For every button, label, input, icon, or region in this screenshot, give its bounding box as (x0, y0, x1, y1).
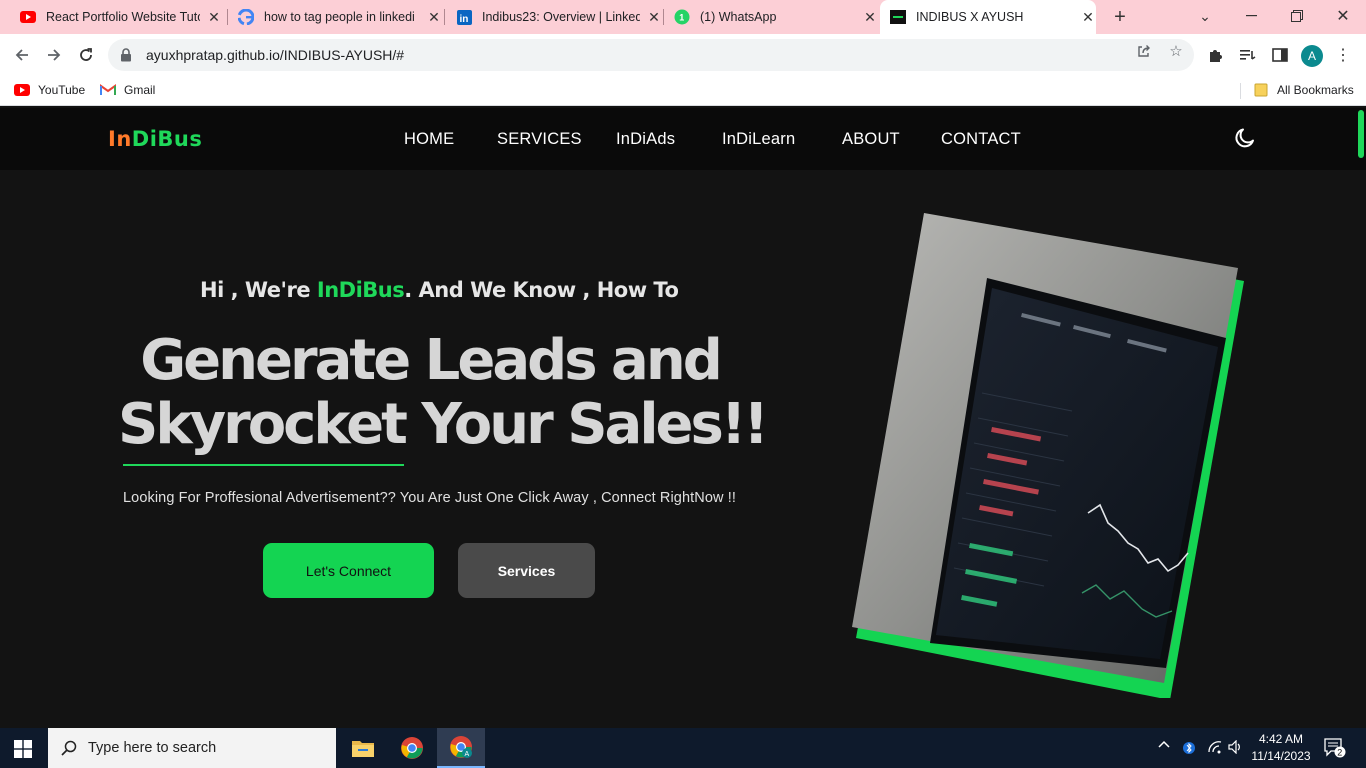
chrome-menu-icon[interactable]: ⋮ (1333, 45, 1353, 65)
tab-title: (1) WhatsApp (700, 10, 777, 24)
close-tab-icon[interactable]: ✕ (1080, 9, 1096, 25)
logo-bus: Bus (157, 127, 203, 151)
bookmark-youtube[interactable]: YouTube (14, 82, 85, 98)
close-tab-icon[interactable]: ✕ (206, 9, 222, 25)
tab-strip: React Portfolio Website Tuto ✕ how to ta… (0, 0, 1366, 34)
tab-title: how to tag people in linkedi (264, 10, 415, 24)
bookmark-label: YouTube (38, 83, 86, 97)
nav-indiads[interactable]: InDiAds (616, 130, 675, 149)
system-clock[interactable]: 4:42 AM 11/14/2023 (1248, 731, 1314, 765)
hero-headline-line1: Generate Leads and (140, 328, 723, 393)
svg-text:A: A (465, 751, 470, 758)
site-logo[interactable]: InDiBus (108, 127, 202, 151)
all-bookmarks[interactable]: All Bookmarks (1253, 82, 1354, 98)
share-icon[interactable] (1135, 42, 1153, 60)
nav-about[interactable]: ABOUT (842, 130, 900, 149)
taskbar-search-box[interactable]: Type here to search (48, 728, 336, 768)
page-scrollbar[interactable] (1358, 110, 1364, 158)
chrome-taskbar-icon[interactable] (388, 728, 436, 768)
close-tab-icon[interactable]: ✕ (426, 9, 442, 25)
bookmark-star-icon[interactable]: ☆ (1167, 42, 1185, 60)
notification-count: 2 (1337, 748, 1342, 758)
hero-subtitle: Looking For Proffesional Advertisement??… (123, 490, 736, 506)
website-viewport: InDiBus HOME SERVICES InDiAds InDiLearn … (0, 108, 1366, 728)
all-bookmarks-label: All Bookmarks (1277, 83, 1354, 97)
dark-mode-moon-icon[interactable] (1233, 126, 1257, 150)
address-bar[interactable]: ayuxhpratap.github.io/INDIBUS-AYUSH/# (108, 39, 1194, 71)
bookmarks-bar: YouTube Gmail All Bookmarks (0, 76, 1366, 106)
new-tab-button[interactable]: + (1108, 5, 1132, 29)
headline-underline (123, 464, 404, 466)
nav-services[interactable]: SERVICES (497, 130, 582, 149)
svg-text:in: in (459, 14, 468, 25)
hero-trading-screen-image (852, 213, 1244, 698)
show-hidden-icons-chevron-icon[interactable] (1156, 740, 1172, 748)
services-button[interactable]: Services (458, 543, 595, 598)
google-icon (238, 9, 254, 25)
reading-list-icon[interactable] (1238, 45, 1258, 65)
whatsapp-icon: 1 (674, 9, 690, 25)
minimize-button[interactable] (1228, 0, 1274, 32)
youtube-icon (20, 9, 36, 25)
volume-icon[interactable] (1227, 740, 1245, 754)
tab-indibus-active[interactable]: INDIBUS X AYUSH ✕ (880, 0, 1096, 34)
tab-linkedin-tag-search[interactable]: how to tag people in linkedi ✕ (228, 0, 442, 34)
hero-intro: Hi , We're InDiBus. And We Know , How To (200, 278, 679, 302)
forward-button[interactable] (42, 43, 66, 67)
side-panel-icon[interactable] (1270, 45, 1290, 65)
tab-title: React Portfolio Website Tuto (46, 10, 200, 24)
search-placeholder: Type here to search (88, 740, 217, 756)
tab-react-portfolio[interactable]: React Portfolio Website Tuto ✕ (8, 0, 222, 34)
tab-indibus-linkedin[interactable]: in Indibus23: Overview | Linked ✕ (445, 0, 662, 34)
intro-suffix: . And We Know , How To (404, 278, 679, 302)
tab-whatsapp[interactable]: 1 (1) WhatsApp ✕ (664, 0, 878, 34)
close-tab-icon[interactable]: ✕ (646, 9, 662, 25)
tab-search-icon[interactable]: ⌄ (1182, 0, 1228, 32)
site-info-icon[interactable] (120, 48, 134, 62)
bookmark-gmail[interactable]: Gmail (100, 82, 155, 98)
indibus-favicon (890, 9, 906, 25)
notification-center-icon[interactable]: 2 (1324, 738, 1346, 758)
logo-in: In (108, 127, 132, 151)
logo-di: Di (131, 127, 158, 151)
bookmark-label: Gmail (124, 83, 156, 97)
file-explorer-taskbar-icon[interactable] (339, 728, 387, 768)
clock-time: 4:42 AM (1258, 732, 1304, 746)
site-navbar: InDiBus HOME SERVICES InDiAds InDiLearn … (0, 108, 1366, 170)
back-button[interactable] (10, 43, 34, 67)
intro-prefix: Hi , We're (200, 278, 317, 302)
close-window-button[interactable]: ✕ (1320, 0, 1366, 32)
linkedin-icon: in (456, 9, 472, 25)
youtube-icon (14, 82, 30, 98)
browser-toolbar: ayuxhpratap.github.io/INDIBUS-AYUSH/# ☆ … (0, 34, 1366, 76)
clock-date: 11/14/2023 (1251, 749, 1311, 763)
profile-avatar[interactable]: A (1301, 45, 1323, 67)
gmail-icon (100, 82, 116, 98)
restore-button[interactable] (1274, 0, 1320, 32)
close-tab-icon[interactable]: ✕ (862, 9, 878, 25)
wifi-icon[interactable] (1206, 740, 1224, 754)
search-icon (60, 739, 78, 757)
folder-icon (1253, 82, 1269, 98)
svg-text:1: 1 (679, 13, 684, 23)
hero-headline-line2: Skyrocket Your Sales!! (118, 392, 769, 457)
tab-title: INDIBUS X AYUSH (916, 10, 1024, 24)
extensions-puzzle-icon[interactable] (1206, 45, 1226, 65)
url-text: ayuxhpratap.github.io/INDIBUS-AYUSH/# (146, 47, 405, 63)
nav-contact[interactable]: CONTACT (941, 130, 1021, 149)
intro-brand: InDiBus (316, 278, 405, 302)
chrome-profile-taskbar-icon[interactable]: A (437, 728, 485, 768)
reload-button[interactable] (74, 43, 98, 67)
lets-connect-button[interactable]: Let's Connect (263, 543, 434, 598)
tab-title: Indibus23: Overview | Linked (482, 10, 640, 24)
nav-home[interactable]: HOME (404, 130, 454, 149)
windows-taskbar: Type here to search A 4:42 AM 11/14/2023… (0, 728, 1366, 768)
nav-indilearn[interactable]: InDiLearn (722, 130, 795, 149)
bluetooth-icon[interactable] (1181, 740, 1197, 756)
windows-start-icon[interactable] (14, 740, 32, 758)
